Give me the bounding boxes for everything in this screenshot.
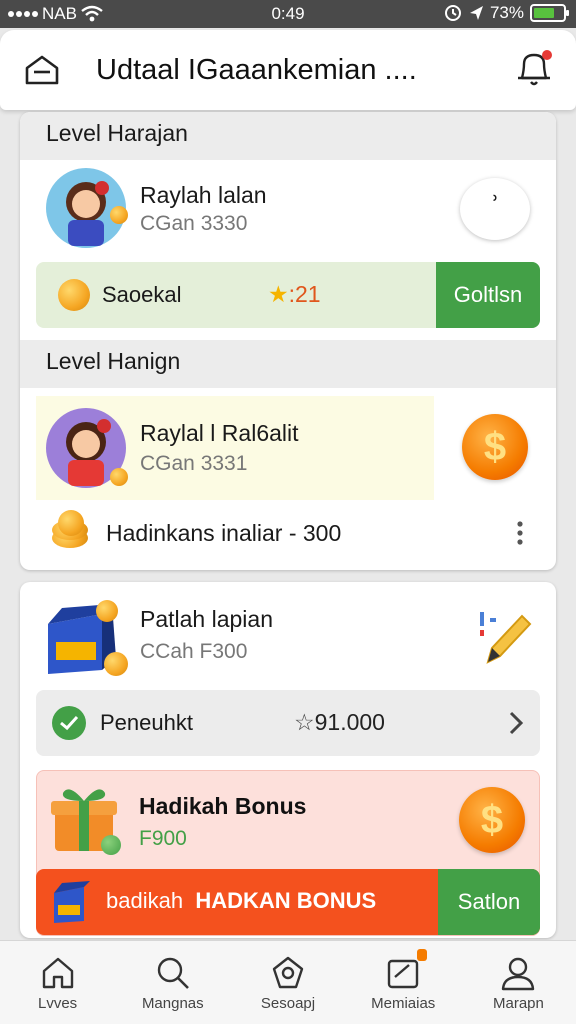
level-badge[interactable]: ʾ <box>460 178 530 240</box>
nav-item-notes[interactable]: Memiaias <box>346 941 461 1024</box>
edit-icon[interactable] <box>476 604 536 668</box>
collect-button[interactable]: Goltlsn <box>436 262 540 328</box>
nav-item-tags[interactable]: Sesoapj <box>230 941 345 1024</box>
location-icon <box>469 6 483 20</box>
progress-row[interactable]: Peneuhkt ☆91.000 <box>36 690 540 756</box>
battery-percent: 73% <box>489 3 524 22</box>
nav-item-profile[interactable]: Marapn <box>461 941 576 1024</box>
coin-icon <box>110 206 128 224</box>
battery-fill <box>534 8 555 18</box>
bonus-title: Hadikah Bonus <box>139 793 307 819</box>
nav-label: Mangnas <box>141 995 204 1012</box>
search-icon <box>157 957 189 989</box>
profile-icon <box>502 957 535 991</box>
section-title-2: Level Hanign <box>20 340 556 388</box>
treasure-box-icon <box>50 879 96 925</box>
bonus-banner-text: badikah HADKAN BONUS <box>106 888 377 913</box>
check-icon <box>52 706 86 740</box>
nav-label: Memiaias <box>371 995 436 1012</box>
home-icon <box>42 957 73 989</box>
gift-icon <box>49 783 123 857</box>
coin-icon <box>110 468 128 486</box>
notes-icon <box>388 959 419 989</box>
status-bar: NAB 0:49 73% <box>0 0 576 28</box>
progress-value: ☆91.000 <box>294 709 385 735</box>
user-name-2: Raylal l Ral6alit <box>140 420 299 446</box>
reward-row[interactable]: Saoekal ★:21 Goltlsn <box>36 262 540 328</box>
dollar-coin-icon[interactable]: $ <box>459 787 525 853</box>
chevron-right-icon[interactable] <box>506 710 526 736</box>
nav-badge <box>417 949 428 961</box>
user-subtitle-3: CCah F300 <box>140 640 248 663</box>
nav-item-search[interactable]: Mangnas <box>115 941 230 1024</box>
star-icon: ★ <box>268 281 289 307</box>
treasure-box-icon <box>42 600 128 678</box>
section-title: Level Harajan <box>20 112 556 160</box>
status-right: 73% <box>444 3 569 23</box>
bonus-subtitle: F900 <box>139 827 187 850</box>
battery-icon <box>530 4 569 22</box>
user-name-3: Patlah lapian <box>140 606 273 632</box>
reward-text: Hadinkans inaliar - 300 <box>106 520 342 546</box>
user-name: Raylah lalan <box>140 182 267 208</box>
app-header: Udtaal IGaaankemian .... <box>0 30 576 110</box>
notifications-button[interactable] <box>514 48 558 92</box>
coin-stack-icon <box>52 510 94 552</box>
coin-icon <box>58 279 90 311</box>
user-subtitle: CGan 3330 <box>140 212 248 235</box>
more-options-icon[interactable] <box>510 518 530 548</box>
nav-label: Marapn <box>492 995 544 1012</box>
progress-label: Peneuhkt <box>100 710 193 735</box>
nav-item-home[interactable]: Lvves <box>0 941 115 1024</box>
level-card: Level Harajan Raylah lalan CGan 3330 ʾ S… <box>20 112 556 570</box>
user-subtitle-2: CGan 3331 <box>140 452 248 475</box>
notification-dot <box>542 50 552 60</box>
reward-label: Saoekal <box>102 282 182 307</box>
dollar-coin-icon[interactable]: $ <box>462 414 528 480</box>
bottom-navigation: Lvves Mangnas Sesoapj Memiaias Marapn <box>0 940 576 1024</box>
nav-label: Lvves <box>38 995 78 1012</box>
bonus-section: Hadikah Bonus F900 $ badikah HADKAN BONU… <box>36 770 540 936</box>
bonus-banner[interactable]: badikah HADKAN BONUS Satlon <box>36 869 540 935</box>
page-title: Udtaal IGaaankemian .... <box>96 54 417 86</box>
nav-label: Sesoapj <box>260 995 316 1012</box>
alarm-icon <box>444 5 461 21</box>
bonus-card: Patlah lapian CCah F300 Peneuhkt ☆91.000… <box>20 582 556 938</box>
tag-icon <box>272 956 304 989</box>
reward-stars: ★:21 <box>268 281 321 307</box>
home-icon <box>25 55 59 85</box>
home-button[interactable] <box>20 50 64 90</box>
claim-bonus-button[interactable]: Satlon <box>438 869 540 935</box>
star-icon: ☆ <box>294 709 315 735</box>
